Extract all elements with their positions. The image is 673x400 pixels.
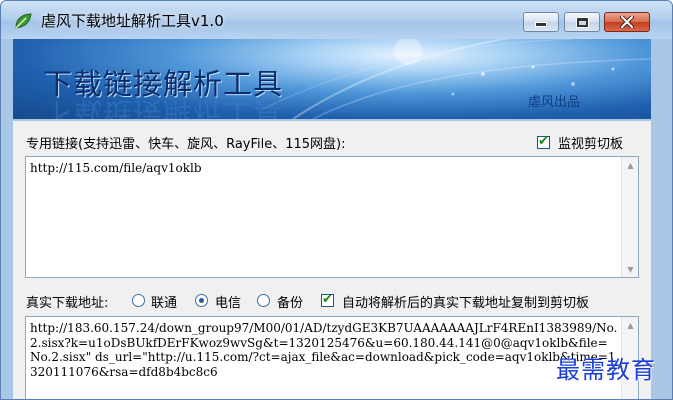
maximize-icon — [576, 17, 588, 27]
scroll-up-icon[interactable]: ▲ — [622, 317, 638, 333]
checkmark-icon: ✔ — [538, 134, 549, 149]
radio-backup-label[interactable]: 备份 — [277, 292, 303, 311]
radio-telecom-label[interactable]: 电信 — [215, 292, 241, 311]
radio-unicom-label[interactable]: 联通 — [151, 292, 177, 311]
monitor-clipboard-label[interactable]: 监视剪切板 — [558, 133, 623, 152]
scroll-up-icon[interactable]: ▲ — [622, 157, 638, 173]
close-icon — [620, 16, 634, 28]
radio-selected-dot — [199, 298, 204, 303]
special-link-value[interactable]: http://115.com/file/aqv1oklb — [30, 161, 618, 176]
scroll-down-icon[interactable]: ▼ — [622, 261, 638, 277]
real-address-value[interactable]: http://183.60.157.24/down_group97/M00/01… — [30, 321, 618, 379]
app-window: 虐风下载地址解析工具v1.0 下载链接解析工具 下载链接解析工具 虐风出品 专用… — [0, 0, 673, 400]
minimize-icon — [536, 23, 546, 26]
special-link-input[interactable]: http://115.com/file/aqv1oklb ▲ ▼ — [25, 156, 639, 278]
minimize-button[interactable] — [523, 12, 559, 32]
radio-backup[interactable] — [257, 294, 270, 307]
radio-telecom[interactable] — [195, 294, 208, 307]
monitor-clipboard-checkbox[interactable]: ✔ — [537, 134, 550, 149]
title-bar[interactable]: 虐风下载地址解析工具v1.0 — [1, 1, 672, 39]
leaf-app-icon — [15, 13, 32, 29]
header-banner: 下载链接解析工具 下载链接解析工具 虐风出品 — [13, 39, 651, 119]
radio-unicom[interactable] — [132, 294, 145, 307]
special-link-scrollbar[interactable]: ▲ ▼ — [621, 157, 638, 277]
close-button[interactable] — [604, 12, 650, 32]
checkmark-icon: ✔ — [322, 292, 333, 307]
real-address-label: 真实下载地址: — [26, 296, 109, 311]
real-address-output[interactable]: http://183.60.157.24/down_group97/M00/01… — [25, 316, 639, 399]
maximize-button[interactable] — [564, 12, 600, 32]
banner-credit: 虐风出品 — [528, 95, 581, 110]
auto-copy-label[interactable]: 自动将解析后的真实下载地址复制到剪切板 — [342, 292, 589, 311]
window-title: 虐风下载地址解析工具v1.0 — [41, 12, 224, 30]
banner-title-reflection: 下载链接解析工具 — [43, 96, 284, 119]
special-link-label: 专用链接(支持迅雷、快车、旋风、RayFile、115网盘): — [26, 137, 346, 152]
watermark-text: 最需教育 — [556, 356, 656, 384]
auto-copy-checkbox[interactable]: ✔ — [321, 292, 334, 307]
